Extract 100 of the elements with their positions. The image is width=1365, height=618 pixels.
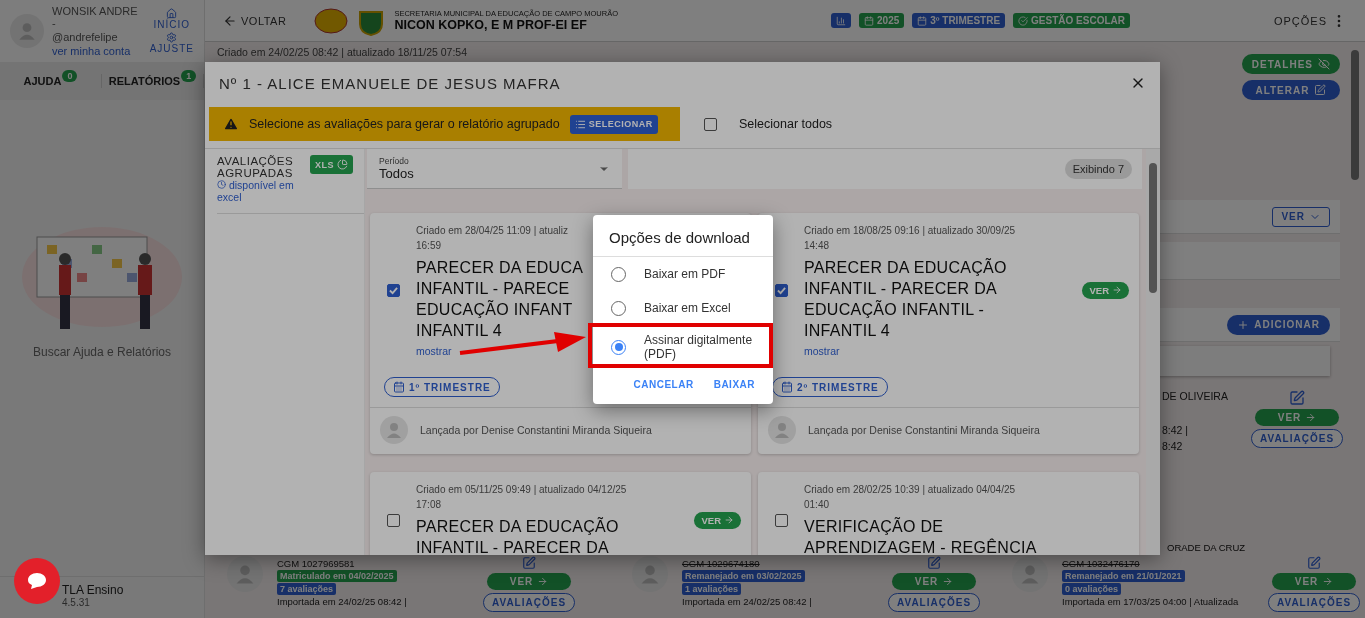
view-button[interactable]: VER: [487, 573, 571, 590]
pie-chart-icon: [337, 159, 348, 170]
view-button[interactable]: VER: [1272, 206, 1330, 227]
dialog-button[interactable]: BAIXAR: [713, 379, 755, 390]
arrow-left-icon: [223, 13, 237, 28]
school-name: NICON KOPKO, E M PROF-EI EF: [394, 18, 588, 32]
term-chip[interactable]: 1º TRIMESTRE: [384, 377, 500, 397]
card-checkbox[interactable]: [386, 513, 400, 527]
count-badge: 1: [181, 70, 197, 82]
author-text: Lançada por Denise Constantini Miranda Siqueira: [420, 424, 652, 436]
count-badge: 0: [62, 70, 78, 82]
bar-chart-icon: [836, 15, 847, 26]
evaluations-button[interactable]: AVALIAÇÕES: [1267, 593, 1361, 612]
arrow-right-icon: [537, 576, 549, 587]
card-checkbox[interactable]: [774, 283, 788, 297]
info-chip: GESTÃO ESCOLAR: [1013, 13, 1130, 28]
arrow-right-icon: [724, 515, 734, 525]
select-button[interactable]: SELECIONAR: [569, 114, 658, 134]
show-more-link[interactable]: mostrar: [804, 345, 840, 357]
import-info: Importada em 24/02/25 08:42 |: [277, 596, 408, 607]
edit-icon[interactable]: [1307, 556, 1321, 570]
period-select[interactable]: Período Todos: [367, 149, 622, 189]
chat-icon: [27, 572, 47, 590]
excel-link[interactable]: disponível em excel: [217, 179, 302, 203]
options-button[interactable]: OPÇÕES: [1267, 11, 1353, 30]
edit-icon[interactable]: [1289, 390, 1305, 406]
record-action-button[interactable]: ALTERAR: [1241, 80, 1340, 100]
arrow-right-icon: [1322, 576, 1334, 587]
card-date: Criado em 18/08/25 09:16 | atualizado 30/09/25 14:48: [804, 224, 1016, 253]
evaluations-button[interactable]: AVALIAÇÕES: [482, 593, 576, 612]
count-tag: 1 avaliações: [682, 583, 742, 595]
cgm-number: CGM 1029674180: [682, 558, 761, 569]
cgm-number: CGM 1032476170: [1062, 558, 1141, 569]
count-tag: 0 avaliações: [1062, 583, 1122, 595]
home-icon: [166, 8, 178, 19]
calendar-icon: [864, 15, 875, 26]
group-title: AVALIAÇÕES AGRUPADAS: [217, 155, 295, 179]
term-chip[interactable]: 2º TRIMESTRE: [772, 377, 888, 397]
calendar-icon: [917, 15, 928, 26]
alert-text: Selecione as avaliações para gerar o relatório agrupado: [249, 117, 560, 131]
evaluations-button[interactable]: AVALIAÇÕES: [1250, 429, 1344, 448]
card-checkbox[interactable]: [774, 513, 788, 527]
calendar-icon: [393, 381, 405, 393]
view-button[interactable]: VER: [892, 573, 976, 590]
view-button[interactable]: VER: [1255, 409, 1339, 426]
check-circle-icon: [1018, 15, 1029, 26]
scrollbar[interactable]: [1146, 149, 1160, 555]
student-name: ORADE DA CRUZ: [1167, 542, 1246, 555]
app-version: 4.5.31: [62, 597, 91, 608]
app-name: TLA Ensino: [62, 583, 124, 597]
edit-icon: [1314, 84, 1327, 96]
show-more-link[interactable]: mostrar: [416, 345, 452, 357]
count-tag: 7 avaliações: [277, 583, 337, 595]
arrow-right-icon: [1305, 412, 1317, 423]
view-button[interactable]: VER: [1272, 573, 1356, 590]
sidebar-tab[interactable]: RELATÓRIOS 1: [102, 74, 204, 88]
eye-off-icon: [1318, 58, 1330, 70]
edit-icon[interactable]: [522, 556, 536, 570]
calendar-icon: [781, 381, 793, 393]
card-checkbox[interactable]: [386, 283, 400, 297]
card-date: Criado em 05/11/25 09:49 | atualizado 04/12/25 17:08: [416, 483, 627, 512]
card-title: PARECER DA EDUCAÇÃO INFANTIL - PARECER DA: [416, 516, 619, 555]
arrow-right-icon: [1112, 285, 1122, 295]
record-action-button[interactable]: DETALHES: [1241, 54, 1340, 74]
nav-button[interactable]: AJUSTE: [149, 32, 194, 54]
import-info: 8:42: [1162, 440, 1184, 452]
xls-button[interactable]: XLS: [310, 155, 353, 174]
status-tag: Remanejado em 03/02/2025: [682, 570, 805, 582]
count-chip: Exibindo 7: [1064, 159, 1132, 179]
settings-icon: [166, 32, 178, 43]
add-button[interactable]: ADICIONAR: [1227, 314, 1330, 335]
import-info: Importada em 24/02/25 08:42 |: [682, 596, 813, 607]
sidebar-tab[interactable]: AJUDA 0: [0, 74, 102, 88]
dialog-button[interactable]: CANCELAR: [633, 379, 694, 390]
evaluations-button[interactable]: AVALIAÇÕES: [887, 593, 981, 612]
card-title: VERIFICAÇÃO DE APRENDIZAGEM - REGÊNCIA: [804, 516, 1037, 555]
account-link[interactable]: ver minha conta: [52, 45, 142, 57]
author-text: Lançada por Denise Constantini Miranda Siqueira: [808, 424, 1040, 436]
warning-icon: [223, 116, 239, 132]
arrow-right-icon: [942, 576, 954, 587]
user-name: WONSIK ANDRE -: [52, 5, 139, 29]
help-caption: Buscar Ajuda e Relatórios: [32, 345, 172, 359]
dialog-title: Opções de download: [593, 215, 773, 257]
info-chip: 2025: [859, 13, 905, 28]
student-name: DE OLIVEIRA: [1162, 390, 1229, 402]
cgm-number: CGM 1027969581: [277, 558, 356, 569]
back-button[interactable]: VOLTAR: [217, 12, 293, 29]
radio-option[interactable]: Baixar em Excel: [593, 291, 773, 325]
radio-option[interactable]: Baixar em PDF: [593, 257, 773, 291]
select-all-checkbox[interactable]: Selecionar todos: [704, 117, 833, 131]
view-button[interactable]: VER: [694, 511, 741, 529]
card-date: Criado em 28/02/25 10:39 | atualizado 04/04/25 01:40: [804, 483, 1016, 512]
nav-button[interactable]: INÍCIO: [149, 8, 194, 30]
username: @andrefelipe: [52, 31, 119, 43]
list-icon: [574, 118, 586, 130]
view-button[interactable]: VER: [1082, 281, 1129, 299]
plus-icon: [1237, 318, 1250, 331]
status-tag: Matriculado em 04/02/2025: [277, 570, 397, 582]
edit-icon[interactable]: [927, 556, 941, 570]
card-title: PARECER DA EDUCA INFANTIL - PARECE EDUCAÇÃO INFANT INFANTIL 4: [416, 258, 584, 341]
